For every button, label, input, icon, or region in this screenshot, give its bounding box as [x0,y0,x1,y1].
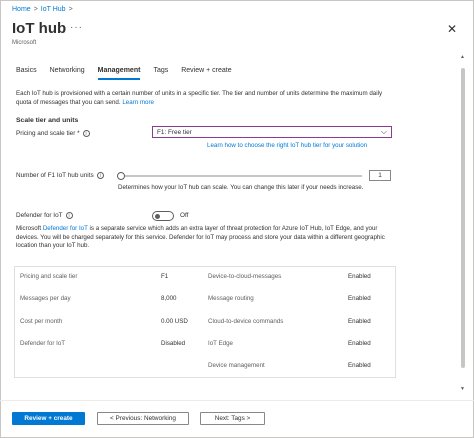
summary-label: Cost per month [20,318,63,325]
defender-toggle[interactable] [152,211,174,221]
breadcrumb: Home > IoT Hub > [12,6,73,13]
summary-value: F1 [161,273,169,280]
intro-text: Each IoT hub is provisioned with a certa… [16,89,396,107]
close-icon[interactable]: ✕ [447,22,457,36]
defender-description: Microsoft Defender for IoT is a separate… [16,225,396,251]
tier-label: Pricing and scale tier * i [16,130,90,137]
info-icon[interactable]: i [65,212,73,219]
pricing-tier-value: F1: Free tier [157,129,192,136]
summary-value: Enabled [348,340,371,347]
summary-value: 8,000 [161,295,177,302]
breadcrumb-iot-hub[interactable]: IoT Hub [41,6,66,13]
toggle-knob [155,214,160,219]
tier-learn-link[interactable]: Learn how to choose the right IoT hub ti… [207,142,367,149]
units-help-text: Determines how your IoT hub can scale. Y… [118,184,364,191]
scroll-down-icon[interactable]: ▼ [460,386,465,392]
info-icon[interactable]: i [82,130,90,137]
units-slider[interactable] [117,172,362,180]
scroll-up-icon[interactable]: ▲ [460,54,465,60]
scrollbar[interactable]: ▲ ▼ [460,54,466,394]
units-input[interactable]: 1 [369,170,391,181]
defender-label-text: Defender for IoT [16,212,63,220]
intro-description: Each IoT hub is provisioned with a certa… [16,90,383,106]
footer-divider [0,400,474,401]
scale-section-heading: Scale tier and units [16,117,79,124]
summary-value: 0.00 USD [161,318,188,325]
units-label: Number of F1 IoT hub units i [16,172,104,179]
tab-tags[interactable]: Tags [153,67,168,80]
summary-table: Pricing and scale tier F1 Messages per d… [14,266,396,378]
summary-value: Enabled [348,362,371,369]
breadcrumb-separator: > [68,6,73,13]
tab-management[interactable]: Management [97,67,141,80]
summary-value: Disabled [161,340,186,347]
defender-toggle-state: Off [180,212,189,219]
summary-value: Enabled [348,273,371,280]
summary-label: Device-to-cloud-messages [208,273,282,280]
breadcrumb-home[interactable]: Home [12,6,31,13]
next-button[interactable]: Next: Tags > [200,412,265,425]
page-subtitle: Microsoft [12,40,37,46]
review-create-button[interactable]: Review + create [12,412,85,425]
slider-handle[interactable] [117,172,125,180]
summary-label: Message routing [208,295,254,302]
breadcrumb-separator: > [33,6,38,13]
previous-button[interactable]: < Previous: Networking [97,412,189,425]
summary-value: Enabled [348,318,371,325]
more-options-icon[interactable]: ··· [70,22,83,33]
scrollbar-thumb[interactable] [461,68,465,368]
summary-value: Enabled [348,295,371,302]
intro-learn-more-link[interactable]: Learn more [122,99,154,106]
defender-link[interactable]: Defender for IoT [43,225,88,232]
tier-label-text: Pricing and scale tier * [16,130,80,138]
tab-review-create[interactable]: Review + create [181,67,231,80]
summary-label: Defender for IoT [20,340,66,347]
tab-networking[interactable]: Networking [50,67,85,80]
summary-label: Messages per day [20,295,71,302]
defender-text-prefix: Microsoft [16,225,43,232]
tab-basics[interactable]: Basics [16,67,37,80]
summary-label: Cloud-to-device commands [208,318,284,325]
page-title: IoT hub [12,20,67,37]
tab-bar: Basics Networking Management Tags Review… [16,67,245,80]
summary-label: IoT Edge [208,340,233,347]
defender-label: Defender for IoT i [16,212,73,219]
pricing-tier-dropdown[interactable]: F1: Free tier ⌵ [152,126,392,138]
info-icon[interactable]: i [96,172,104,179]
summary-label: Device management [208,362,265,369]
units-label-text: Number of F1 IoT hub units [16,172,94,180]
chevron-down-icon: ⌵ [380,127,387,136]
summary-label: Pricing and scale tier [20,273,78,280]
